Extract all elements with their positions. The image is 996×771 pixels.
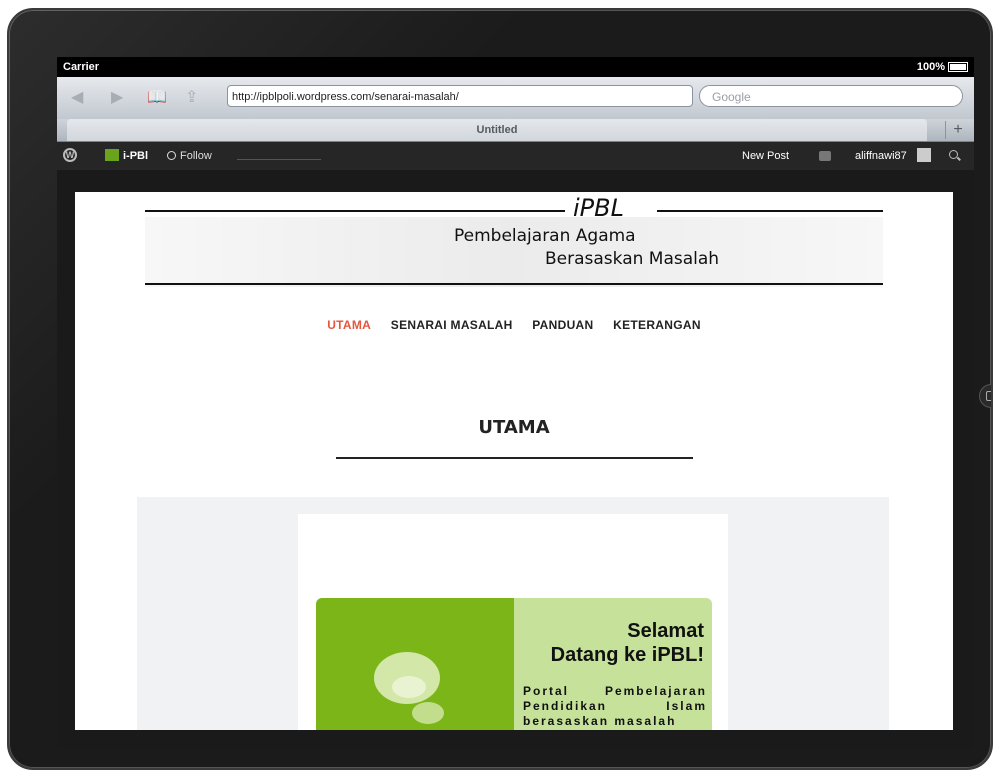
address-bar[interactable]: http://ipblpoli.wordpress.com/senarai-ma…	[227, 85, 693, 107]
notifications-icon[interactable]	[819, 151, 831, 161]
header-rule-left	[145, 210, 565, 212]
nav-item-utama[interactable]: UTAMA	[327, 318, 371, 332]
main-nav: UTAMA SENARAI MASALAH PANDUAN KETERANGAN	[75, 318, 953, 332]
follow-button[interactable]: Follow	[167, 150, 212, 162]
wp-admin-bar: W i-PBl Follow New Post aliffnawi87	[57, 142, 974, 170]
speech-bubble-icon	[374, 652, 440, 704]
add-tab-button[interactable]: +	[945, 121, 970, 139]
status-bar: Carrier 100%	[57, 57, 974, 77]
speech-bubble-small-icon	[412, 702, 444, 724]
banner-description: Portal Pembelajaran Pendidikan Islam ber…	[523, 684, 707, 728]
home-button[interactable]	[979, 384, 991, 408]
forward-icon[interactable]: ▶	[111, 87, 123, 107]
new-post-button[interactable]: New Post	[742, 150, 789, 162]
bookmarks-icon[interactable]: 📖	[147, 87, 167, 107]
browser-toolbar: ◀ ▶ 📖 ⇪ http://ipblpoli.wordpress.com/se…	[57, 77, 974, 120]
site-tagline-2: Berasaskan Masalah	[545, 249, 720, 269]
wordpress-icon[interactable]: W	[63, 148, 77, 162]
banner-welcome-line2: Datang ke iPBL!	[550, 644, 704, 666]
user-menu[interactable]: aliffnawi87	[855, 150, 907, 162]
banner-welcome-line1: Selamat	[627, 620, 704, 642]
battery-percent: 100%	[916, 61, 945, 73]
header-rule-right	[657, 210, 883, 212]
tab-bar: Untitled +	[57, 119, 974, 142]
avatar[interactable]	[917, 148, 931, 162]
battery-icon	[948, 62, 968, 72]
battery-indicator: 100%	[917, 61, 968, 73]
nav-item-panduan[interactable]: PANDUAN	[532, 318, 593, 332]
screen: Carrier 100% ◀ ▶ 📖 ⇪ http://ipblpoli.wor…	[57, 57, 974, 749]
header-rule-bottom	[145, 283, 883, 285]
tab-untitled[interactable]: Untitled	[67, 119, 927, 141]
search-field[interactable]: Google	[699, 85, 963, 107]
share-icon[interactable]: ⇪	[185, 87, 198, 107]
carrier-label: Carrier	[63, 61, 100, 73]
title-rule	[336, 457, 693, 459]
page-title: UTAMA	[478, 417, 550, 438]
follow-label: Follow	[180, 150, 212, 162]
nav-item-keterangan[interactable]: KETERANGAN	[613, 318, 701, 332]
back-icon[interactable]: ◀	[71, 87, 83, 107]
admin-divider	[237, 159, 321, 160]
site-icon[interactable]	[105, 149, 119, 161]
page-content: iPBL Pembelajaran Agama Berasaskan Masal…	[75, 192, 953, 730]
site-tagline-1: Pembelajaran Agama	[454, 226, 636, 246]
nav-item-senarai-masalah[interactable]: SENARAI MASALAH	[391, 318, 513, 332]
search-icon[interactable]	[949, 150, 958, 159]
follow-icon	[167, 151, 176, 160]
site-name-link[interactable]: i-PBl	[123, 150, 148, 162]
site-title[interactable]: iPBL	[573, 194, 624, 222]
ipad-frame: Carrier 100% ◀ ▶ 📖 ⇪ http://ipblpoli.wor…	[7, 8, 993, 770]
